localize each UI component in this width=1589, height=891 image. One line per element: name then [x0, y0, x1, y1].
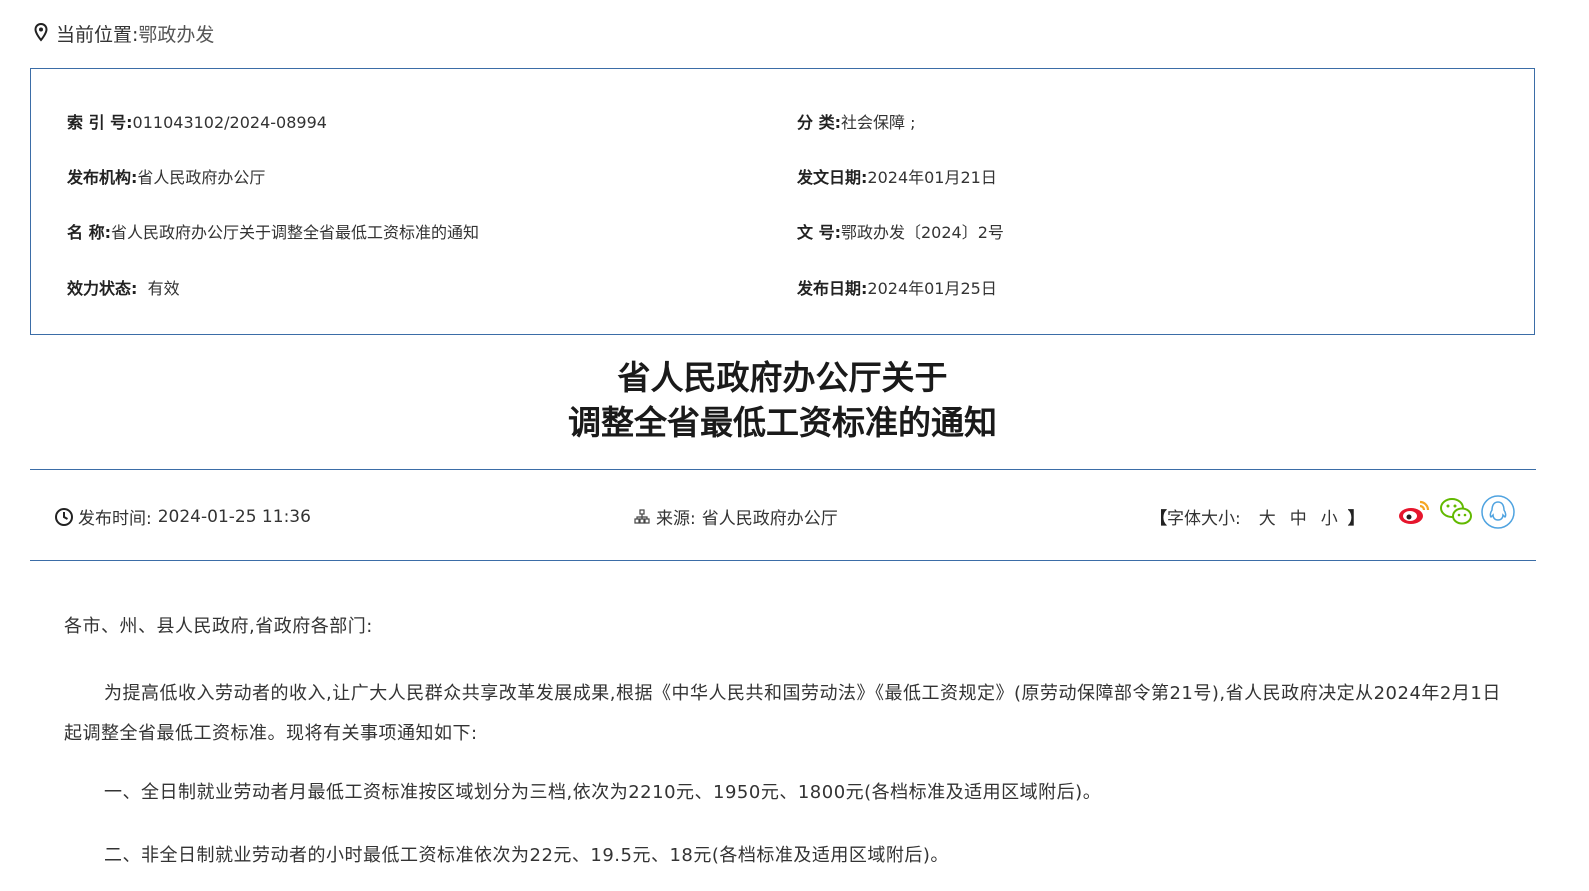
share-buttons — [1396, 494, 1522, 530]
breadcrumb-current-link[interactable]: 鄂政办发 — [138, 20, 214, 47]
meta-doc-number: 文 号:鄂政办发〔2024〕2号 — [797, 219, 1004, 243]
meta-doc-date-value: 2024年01月21日 — [867, 168, 997, 187]
qq-icon[interactable] — [1480, 494, 1516, 530]
meta-index: 索 引 号:011043102/2024-08994 — [67, 109, 327, 133]
article-item-one: 一、全日制就业劳动者月最低工资标准按区域划分为三档,依次为2210元、1950元… — [104, 782, 1102, 803]
meta-doc-date: 发文日期:2024年01月21日 — [797, 164, 997, 188]
sitemap-icon — [634, 508, 650, 525]
meta-pub-date-value: 2024年01月25日 — [867, 279, 997, 298]
publish-time-value: 2024-01-25 11:36 — [157, 506, 311, 527]
divider-bottom — [30, 560, 1536, 561]
font-size-close-bracket: 】 — [1347, 509, 1365, 529]
meta-category-key: 分 类: — [797, 113, 841, 132]
meta-issuer: 发布机构:省人民政府办公厅 — [67, 164, 265, 188]
article-item-two: 二、非全日制就业劳动者的小时最低工资标准依次为22元、19.5元、18元(各档标… — [104, 845, 949, 866]
font-size-medium-button[interactable]: 中 — [1290, 504, 1307, 529]
page-title: 省人民政府办公厅关于 调整全省最低工资标准的通知 — [0, 355, 1565, 445]
article-salutation: 各市、州、县人民政府,省政府各部门: — [64, 616, 373, 637]
meta-index-key: 索 引 号: — [67, 113, 133, 132]
font-size-large-button[interactable]: 大 — [1259, 504, 1276, 529]
meta-pub-date-key: 发布日期: — [797, 279, 868, 298]
source: 来源: 省人民政府办公厅 — [634, 504, 838, 529]
weibo-icon[interactable] — [1396, 494, 1432, 530]
meta-issuer-key: 发布机构: — [67, 168, 138, 187]
font-size-controls: 【 字体大小: 大 中 小 】 — [1150, 504, 1365, 529]
breadcrumb: 当前位置: 鄂政办发 — [34, 20, 214, 46]
meta-doc-date-key: 发文日期: — [797, 168, 868, 187]
location-pin-icon — [34, 22, 48, 43]
publish-time-label: 发布时间: — [78, 509, 152, 529]
meta-name: 名 称:省人民政府办公厅关于调整全省最低工资标准的通知 — [67, 219, 479, 243]
meta-index-value: 011043102/2024-08994 — [132, 113, 327, 132]
font-size-open-bracket: 【 — [1150, 509, 1167, 529]
source-value: 省人民政府办公厅 — [701, 509, 838, 529]
meta-category-value: 社会保障 ; — [840, 113, 916, 132]
meta-status-key: 效力状态: — [67, 279, 138, 298]
meta-category: 分 类:社会保障 ; — [797, 109, 915, 133]
document-metadata-panel: 索 引 号:011043102/2024-08994 分 类:社会保障 ; 发布… — [30, 68, 1535, 335]
article-info-bar: 发布时间: 2024-01-25 11:36 来源: 省人民政府办公厅 【 字体… — [30, 470, 1536, 560]
meta-doc-number-key: 文 号: — [797, 223, 841, 242]
meta-name-key: 名 称: — [67, 223, 111, 242]
page-title-line1: 省人民政府办公厅关于 — [617, 358, 948, 397]
meta-issuer-value: 省人民政府办公厅 — [137, 168, 266, 187]
page-title-line2: 调整全省最低工资标准的通知 — [568, 403, 997, 442]
meta-status-value: 有效 — [147, 279, 180, 298]
meta-doc-number-value: 鄂政办发〔2024〕2号 — [840, 223, 1004, 242]
breadcrumb-label: 当前位置: — [56, 23, 139, 46]
font-size-small-button[interactable]: 小 — [1321, 504, 1338, 529]
clock-icon — [54, 507, 74, 527]
article-intro-paragraph: 为提高低收入劳动者的收入,让广大人民群众共享改革发展成果,根据《中华人民共和国劳… — [64, 683, 1501, 744]
source-label: 来源: — [656, 509, 696, 529]
publish-time: 发布时间: 2024-01-25 11:36 — [54, 504, 311, 529]
font-size-label: 字体大小: — [1167, 509, 1241, 529]
meta-pub-date: 发布日期:2024年01月25日 — [797, 275, 997, 299]
meta-name-value: 省人民政府办公厅关于调整全省最低工资标准的通知 — [110, 223, 479, 242]
meta-status: 效力状态: 有效 — [67, 275, 180, 299]
wechat-icon[interactable] — [1438, 494, 1474, 530]
